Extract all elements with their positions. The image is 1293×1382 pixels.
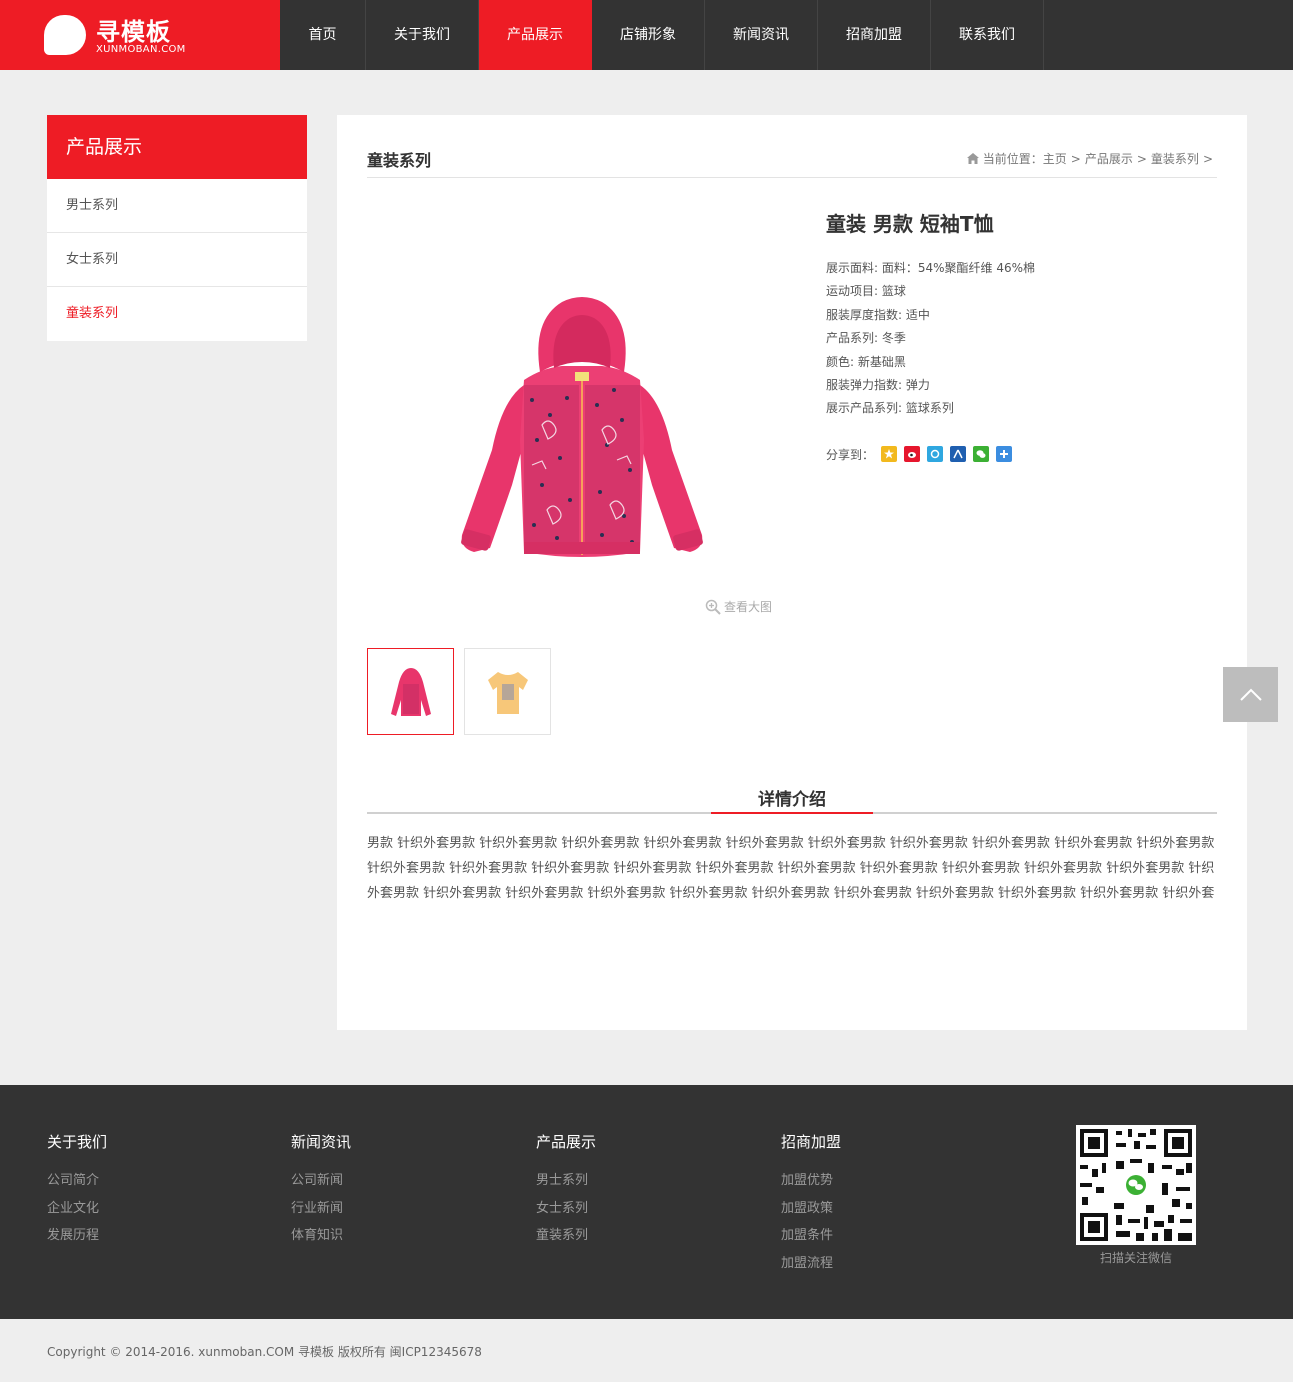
- footer-link[interactable]: 童装系列: [536, 1222, 596, 1250]
- share-bar: 分享到：: [826, 446, 1226, 463]
- share-weibo-icon[interactable]: [904, 446, 921, 463]
- footer-col-news: 新闻资讯 公司新闻 行业新闻 体育知识: [291, 1131, 351, 1250]
- breadcrumb: 当前位置：主页 > 产品展示 > 童装系列 >: [966, 150, 1217, 167]
- logo-name: 寻模板: [96, 18, 171, 46]
- breadcrumb-label[interactable]: 当前位置：主页: [983, 150, 1067, 167]
- footer-col-title: 关于我们: [47, 1133, 108, 1151]
- content-header: 童装系列 当前位置：主页 > 产品展示 > 童装系列 >: [367, 145, 1217, 178]
- spec-thickness: 服装厚度指数: 适中: [826, 307, 930, 322]
- qr-caption: 扫描关注微信: [1099, 1251, 1172, 1265]
- home-icon: [966, 153, 979, 164]
- spec-color: 颜色: 新基础黑: [826, 354, 906, 369]
- footer-link[interactable]: 加盟流程: [781, 1250, 841, 1278]
- thumbnail-tshirt[interactable]: [464, 648, 551, 735]
- breadcrumb-sep: >: [1202, 151, 1213, 166]
- footer-link[interactable]: 发展历程: [47, 1222, 107, 1250]
- thumbnail-jacket-image: [390, 667, 431, 716]
- footer-link[interactable]: 女士系列: [536, 1195, 596, 1223]
- footer-link[interactable]: 加盟政策: [781, 1195, 841, 1223]
- footer-link[interactable]: 加盟条件: [781, 1222, 841, 1250]
- product-info: 童装 男款 短袖T恤 展示面料: 面料：54%聚酯纤维 46%棉 运动项目: 篮…: [826, 208, 1226, 463]
- site-header: 寻模板 XUNMOBAN.COM 首页 关于我们 产品展示 店铺形象 新闻资讯 …: [0, 0, 1293, 70]
- footer-col-about: 关于我们 公司简介 企业文化 发展历程: [47, 1131, 107, 1250]
- spec-sport: 运动项目: 篮球: [826, 284, 906, 299]
- product-image[interactable]: [432, 280, 732, 580]
- zoom-icon: [705, 599, 721, 615]
- sidebar-item-men[interactable]: 男士系列: [47, 179, 307, 233]
- footer-link[interactable]: 体育知识: [291, 1222, 351, 1250]
- share-wechat-icon[interactable]: [973, 446, 990, 463]
- share-more-icon[interactable]: [996, 446, 1013, 463]
- thumbnail-tshirt-image: [487, 671, 528, 714]
- breadcrumb-sep: >: [1136, 151, 1147, 166]
- footer-col-title: 产品展示: [536, 1133, 597, 1151]
- footer-col-franchise: 招商加盟 加盟优势 加盟政策 加盟条件 加盟流程: [781, 1131, 841, 1277]
- nav-about[interactable]: 关于我们: [366, 0, 479, 70]
- spec-elasticity: 服装弹力指数: 弹力: [826, 378, 930, 393]
- detail-body: 男款 针织外套男款 针织外套男款 针织外套男款 针织外套男款 针织外套男款 针织…: [367, 836, 1215, 901]
- nav-news[interactable]: 新闻资讯: [705, 0, 818, 70]
- page-title: 童装系列: [367, 151, 432, 170]
- product-title: 童装 男款 短袖T恤: [826, 212, 994, 236]
- thumbnail-jacket[interactable]: [367, 648, 454, 735]
- copyright: Copyright © 2014-2016. xunmoban.COM 寻模板 …: [47, 1345, 482, 1359]
- share-renren-icon[interactable]: [950, 446, 967, 463]
- nav-stores[interactable]: 店铺形象: [592, 0, 705, 70]
- footer-col-title: 新闻资讯: [291, 1133, 352, 1151]
- share-label: 分享到：: [826, 447, 875, 462]
- logo-icon: [44, 15, 86, 55]
- main-nav: 首页 关于我们 产品展示 店铺形象 新闻资讯 招商加盟 联系我们: [280, 0, 1044, 70]
- nav-home[interactable]: 首页: [280, 0, 366, 70]
- sidebar-title: 产品展示: [47, 115, 307, 179]
- footer-link[interactable]: 男士系列: [536, 1167, 596, 1195]
- breadcrumb-kids[interactable]: 童装系列: [1151, 150, 1199, 167]
- detail-title: 详情介绍: [711, 785, 873, 814]
- thumbnail-list: [367, 648, 561, 735]
- spec-product-series: 展示产品系列: 篮球系列: [826, 401, 954, 416]
- footer-link[interactable]: 公司新闻: [291, 1167, 351, 1195]
- footer-link[interactable]: 公司简介: [47, 1167, 107, 1195]
- footer-link[interactable]: 加盟优势: [781, 1167, 841, 1195]
- share-tencent-icon[interactable]: [927, 446, 944, 463]
- footer-link[interactable]: 企业文化: [47, 1195, 107, 1223]
- chevron-up-icon: [1239, 688, 1262, 701]
- share-qzone-icon[interactable]: [881, 446, 898, 463]
- logo[interactable]: 寻模板 XUNMOBAN.COM: [0, 0, 280, 70]
- zoom-link[interactable]: 查看大图: [705, 598, 772, 615]
- sidebar-item-kids[interactable]: 童装系列: [47, 287, 307, 341]
- nav-products[interactable]: 产品展示: [479, 0, 592, 70]
- zoom-label: 查看大图: [724, 600, 773, 614]
- breadcrumb-products[interactable]: 产品展示: [1085, 150, 1133, 167]
- nav-contact[interactable]: 联系我们: [931, 0, 1044, 70]
- site-footer: 关于我们 公司简介 企业文化 发展历程 新闻资讯 公司新闻 行业新闻 体育知识 …: [0, 1085, 1293, 1319]
- spec-series: 产品系列: 冬季: [826, 331, 906, 346]
- footer-col-products: 产品展示 男士系列 女士系列 童装系列: [536, 1131, 596, 1250]
- nav-franchise[interactable]: 招商加盟: [818, 0, 931, 70]
- sidebar: 产品展示 男士系列 女士系列 童装系列: [47, 115, 307, 341]
- footer-link[interactable]: 行业新闻: [291, 1195, 351, 1223]
- breadcrumb-sep: >: [1070, 151, 1081, 166]
- footer-col-title: 招商加盟: [781, 1133, 842, 1151]
- back-to-top-button[interactable]: [1223, 667, 1278, 722]
- logo-subtitle: XUNMOBAN.COM: [96, 44, 186, 55]
- detail-header: 详情介绍: [367, 785, 1217, 814]
- main-content: 童装系列 当前位置：主页 > 产品展示 > 童装系列 > 查看大图 童装 男款 …: [337, 115, 1247, 1030]
- spec-fabric: 展示面料: 面料：54%聚酯纤维 46%棉: [826, 261, 1036, 275]
- wechat-qr-code: [1076, 1125, 1196, 1245]
- sidebar-item-women[interactable]: 女士系列: [47, 233, 307, 287]
